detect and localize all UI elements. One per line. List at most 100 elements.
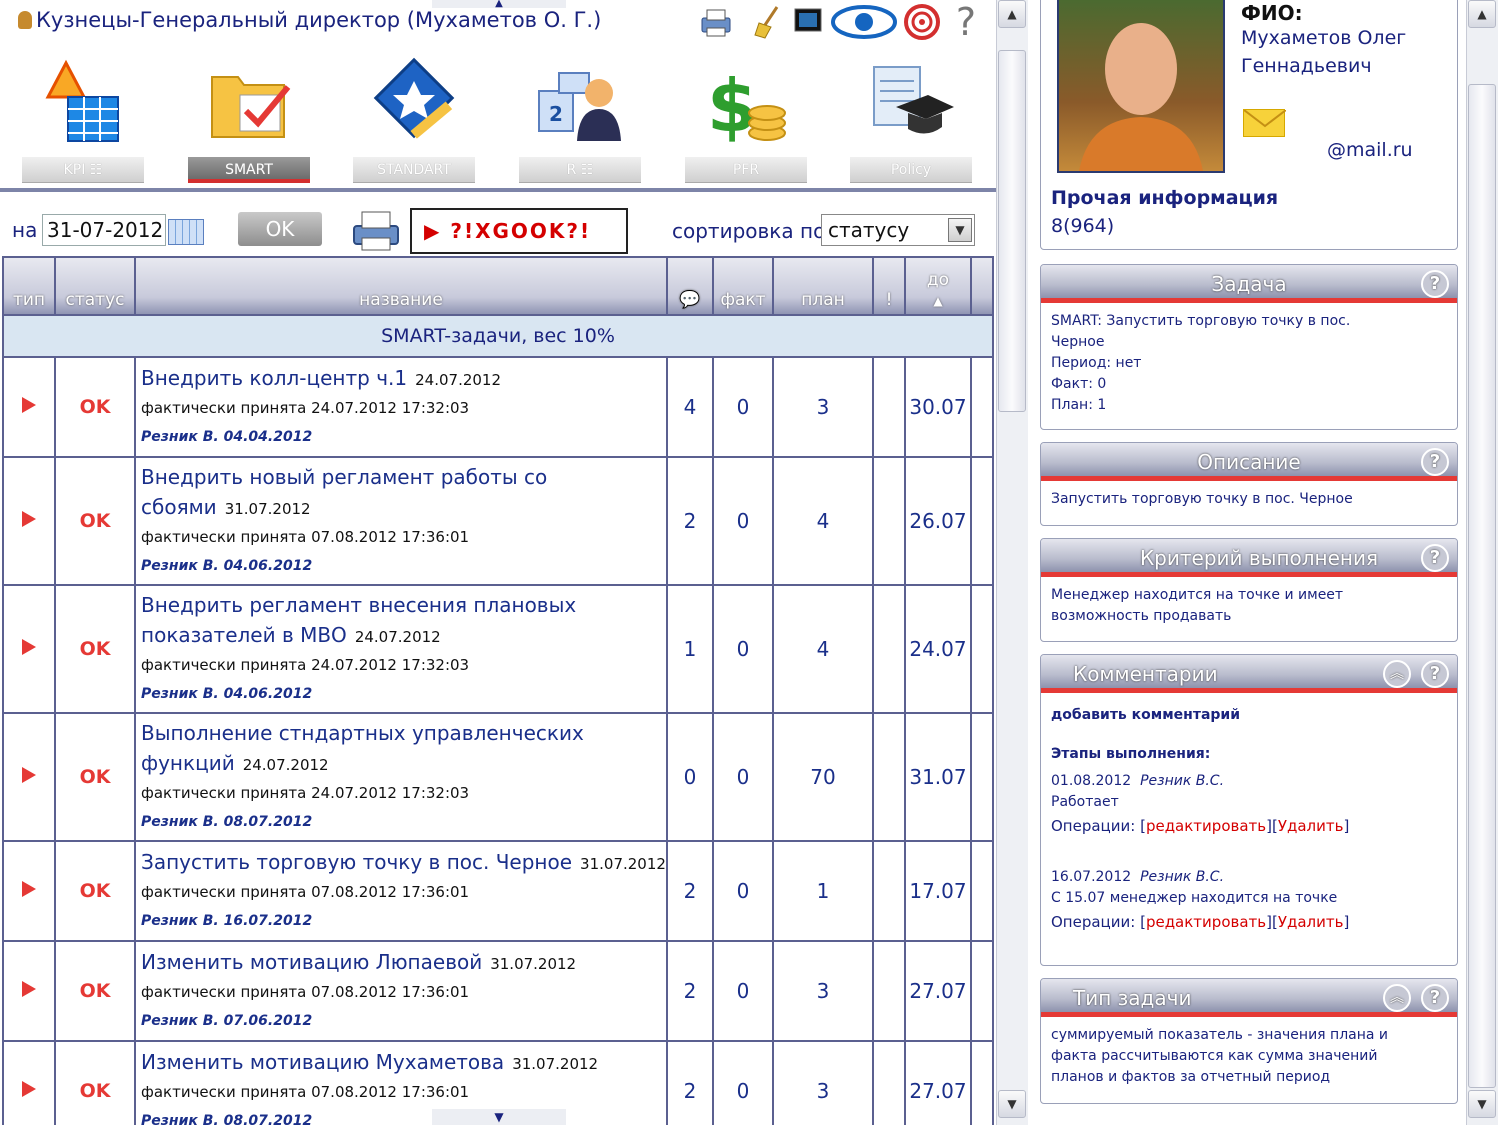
table-row[interactable]: OK Запустить торговую точку в пос. Черное… <box>2 840 994 942</box>
edit-link[interactable]: редактировать <box>1146 817 1266 835</box>
help-icon[interactable]: ? <box>948 0 984 44</box>
ok-button[interactable]: OK <box>238 212 322 246</box>
mail-icon[interactable] <box>1243 109 1287 137</box>
type-cell <box>2 1040 56 1125</box>
play-icon[interactable] <box>22 511 36 527</box>
printer-icon[interactable] <box>698 4 734 40</box>
entry-author: Резник В.С. <box>1140 869 1225 885</box>
section-title: SMART-задачи, вес 10% <box>2 314 994 358</box>
right-scrollbar[interactable]: ▲ ▼ <box>1466 0 1498 1125</box>
collapse-icon[interactable]: ︽ <box>1383 984 1411 1012</box>
entry-author: Резник В.С. <box>1140 773 1225 789</box>
left-scrollbar[interactable]: ▲ ▼ <box>996 0 1028 1125</box>
criteria-card-title: Критерий выполнения <box>1139 546 1379 570</box>
comment-icon[interactable]: 💬 <box>666 256 714 316</box>
help-icon[interactable]: ? <box>1421 270 1449 298</box>
module-smart[interactable]: SMART <box>188 55 310 185</box>
description-card: Описание? Запустить торговую точку в пос… <box>1040 442 1458 526</box>
edit-link[interactable]: редактировать <box>1146 913 1266 931</box>
status-badge: OK <box>54 456 136 586</box>
col-status[interactable]: статус <box>54 256 136 316</box>
module-policy[interactable]: Policy <box>850 55 972 185</box>
collapse-icon[interactable]: ︽ <box>1383 660 1411 688</box>
status-ticker[interactable]: ▶ ?!XGOOK?! <box>410 208 628 254</box>
comments-count[interactable]: 2 <box>666 456 714 586</box>
calendar-icon[interactable] <box>168 219 204 245</box>
folder-check-icon <box>204 57 292 145</box>
scroll-up-button[interactable]: ▲ <box>1468 0 1496 28</box>
table-row[interactable]: OK Выполнение стндартных управленческих ф… <box>2 712 994 842</box>
module-kpi[interactable]: KPI ☷ <box>22 55 144 185</box>
task-link[interactable]: Выполнение стндартных управленческих фун… <box>141 721 584 775</box>
play-icon[interactable] <box>22 1081 36 1097</box>
email-link[interactable]: @mail.ru <box>1327 139 1413 161</box>
task-line: SMART: Запустить торговую точку в пос. <box>1051 313 1351 329</box>
eye-icon[interactable] <box>830 4 898 40</box>
play-icon[interactable] <box>22 881 36 897</box>
module-pfr[interactable]: $ PFR <box>685 55 807 185</box>
sort-select[interactable]: статусу ▼ <box>821 214 975 246</box>
comments-count[interactable]: 4 <box>666 356 714 458</box>
col-spacer <box>970 256 994 316</box>
play-icon[interactable] <box>22 397 36 413</box>
task-date: 24.07.2012 <box>242 755 329 774</box>
task-plan: План: 1 <box>1051 397 1107 413</box>
module-r[interactable]: 2 R ☷ <box>519 55 641 185</box>
excl-cell <box>872 940 906 1042</box>
help-icon[interactable]: ? <box>1421 984 1449 1012</box>
nav-divider <box>0 188 996 192</box>
play-icon[interactable] <box>22 981 36 997</box>
scroll-up-indicator[interactable]: ▲ <box>432 0 566 9</box>
chevron-down-icon[interactable]: ▼ <box>948 218 972 242</box>
col-fact[interactable]: факт <box>712 256 774 316</box>
task-link[interactable]: Изменить мотивацию Люпаевой <box>141 950 482 974</box>
monitor-icon[interactable] <box>790 4 826 40</box>
scroll-thumb[interactable] <box>1468 84 1496 1088</box>
module-standart[interactable]: STANDART <box>353 55 475 185</box>
name-cell: Выполнение стндартных управленческих фун… <box>134 712 668 842</box>
help-icon[interactable]: ? <box>1421 544 1449 572</box>
date-input[interactable]: 31-07-2012 <box>42 214 166 246</box>
col-excl[interactable]: ! <box>872 256 906 316</box>
type-line: факта рассчитываются как сумма значений <box>1051 1048 1378 1064</box>
help-icon[interactable]: ? <box>1421 448 1449 476</box>
scroll-down-button[interactable]: ▼ <box>1468 1090 1496 1118</box>
help-icon[interactable]: ? <box>1421 660 1449 688</box>
comments-count[interactable]: 2 <box>666 840 714 942</box>
delete-link[interactable]: Удалить <box>1278 817 1344 835</box>
print-icon[interactable] <box>348 208 404 252</box>
col-plan[interactable]: план <box>772 256 874 316</box>
accepted-text: фактически принята 07.08.2012 17:36:01 <box>141 527 470 546</box>
due-value: 27.07 <box>904 940 972 1042</box>
col-due[interactable]: до ▲ <box>904 256 972 316</box>
ranking-icon: 2 <box>535 57 623 145</box>
task-link[interactable]: Внедрить новый регламент работы со сбоям… <box>141 465 547 519</box>
target-icon[interactable] <box>904 4 940 40</box>
plan-value: 1 <box>772 840 874 942</box>
comments-count[interactable]: 2 <box>666 940 714 1042</box>
task-link[interactable]: Изменить мотивацию Мухаметова <box>141 1050 504 1074</box>
play-icon[interactable] <box>22 767 36 783</box>
col-due-label: до <box>926 270 950 290</box>
task-link[interactable]: Запустить торговую точку в пос. Черное <box>141 850 572 874</box>
dollar-icon: $ <box>701 57 789 148</box>
description-text: Запустить торговую точку в пос. Черное <box>1051 491 1353 507</box>
table-row[interactable]: OK Изменить мотивацию Люпаевой 31.07.2012 ф… <box>2 940 994 1042</box>
scroll-up-button[interactable]: ▲ <box>998 0 1026 28</box>
task-link[interactable]: Внедрить колл-центр ч.1 <box>141 366 407 390</box>
delete-link[interactable]: Удалить <box>1278 913 1344 931</box>
comments-count[interactable]: 1 <box>666 584 714 714</box>
scroll-down-indicator[interactable]: ▼ <box>432 1109 566 1125</box>
broom-icon[interactable] <box>750 4 786 40</box>
table-row[interactable]: OK Внедрить колл-центр ч.1 24.07.2012 факти… <box>2 356 994 458</box>
col-type[interactable]: тип <box>2 256 56 316</box>
col-name[interactable]: название <box>134 256 668 316</box>
table-row[interactable]: OK Внедрить новый регламент работы со сбо… <box>2 456 994 586</box>
comments-count[interactable]: 2 <box>666 1040 714 1125</box>
play-icon[interactable] <box>22 639 36 655</box>
table-row[interactable]: OK Внедрить регламент внесения плановых п… <box>2 584 994 714</box>
scroll-down-button[interactable]: ▼ <box>998 1090 1026 1118</box>
comments-count[interactable]: 0 <box>666 712 714 842</box>
add-comment-link[interactable]: добавить комментарий <box>1051 705 1447 726</box>
scroll-thumb[interactable] <box>998 50 1026 412</box>
